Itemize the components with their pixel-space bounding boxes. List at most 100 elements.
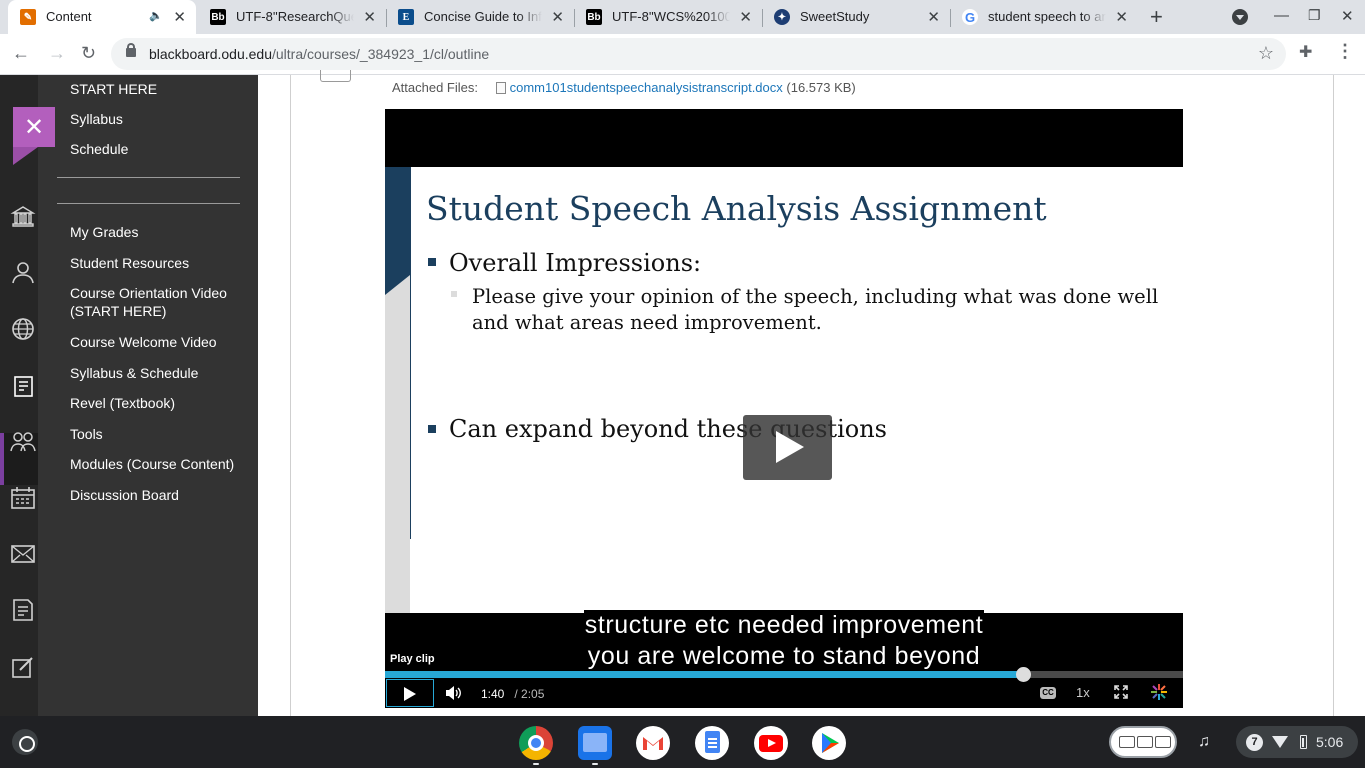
duration: / 2:05 <box>514 687 545 701</box>
menu-start-here[interactable]: START HERE <box>70 80 157 98</box>
running-indicator <box>533 763 539 765</box>
close-tab-icon[interactable]: ✕ <box>173 8 186 26</box>
menu-divider <box>57 177 240 178</box>
close-tab-icon[interactable]: ✕ <box>1115 8 1128 26</box>
caption-line-1: structure etc needed improvement <box>583 610 985 641</box>
menu-syllabus[interactable]: Syllabus <box>70 110 123 128</box>
play-clip-tooltip: Play clip <box>390 653 435 665</box>
menu-discussion-board[interactable]: Discussion Board <box>70 486 179 504</box>
current-time: 1:40 <box>481 687 505 701</box>
tab-search-icon[interactable] <box>1232 9 1248 25</box>
time-display: 1:40 / 2:05 <box>481 687 544 701</box>
close-window-icon[interactable]: ✕ <box>1341 7 1354 25</box>
slide-divider <box>410 167 411 539</box>
attached-files: Attached Files: comm101studentspeechanal… <box>392 80 856 95</box>
address-bar[interactable]: blackboard.odu.edu/ultra/courses/_384923… <box>111 38 1286 70</box>
profile-icon[interactable] <box>10 259 36 285</box>
big-play-button[interactable] <box>743 415 832 480</box>
play-button[interactable] <box>386 679 434 707</box>
menu-course-orientation-video[interactable]: Course Orientation Video (START HERE) <box>70 284 245 320</box>
item-checkbox[interactable] <box>320 70 351 82</box>
menu-my-grades[interactable]: My Grades <box>70 223 138 241</box>
tab-title: UTF-8''ResearchQuest <box>236 9 354 24</box>
chrome-icon[interactable] <box>519 726 553 760</box>
slide-bullet-1: Overall Impressions: <box>449 249 702 277</box>
messages-icon[interactable] <box>10 541 36 567</box>
courses-icon[interactable] <box>10 373 36 399</box>
bb-content-icon: ✎ <box>20 9 36 25</box>
close-menu-button[interactable]: ✕ <box>13 107 55 147</box>
battery-icon <box>1300 735 1307 749</box>
seek-handle[interactable] <box>1016 667 1032 682</box>
menu-course-welcome-video[interactable]: Course Welcome Video <box>70 333 217 351</box>
volume-icon[interactable] <box>444 684 462 702</box>
menu-modules[interactable]: Modules (Course Content) <box>70 455 234 473</box>
forward-arrow-icon[interactable]: → <box>48 43 66 64</box>
tab-title: UTF-8''WCS%20100L <box>612 9 730 24</box>
playback-speed[interactable]: 1x <box>1076 685 1090 700</box>
kaltura-logo-icon[interactable] <box>1151 684 1167 700</box>
playlist-icon[interactable]: ♫ <box>1198 733 1210 751</box>
launcher-icon[interactable] <box>12 729 38 755</box>
doc-lines <box>708 738 717 740</box>
close-tab-icon[interactable]: ✕ <box>551 8 564 26</box>
slide-sub-bullet-1: Please give your opinion of the speech, … <box>472 285 1159 334</box>
gmail-icon[interactable] <box>636 726 670 760</box>
extensions-puzzle-icon[interactable]: ✚ <box>1299 42 1312 62</box>
bookmark-star-icon[interactable]: ☆ <box>1258 43 1274 64</box>
tools-icon[interactable] <box>10 654 36 680</box>
browser-toolbar: ← → ↻ blackboard.odu.edu/ultra/courses/_… <box>0 34 1365 75</box>
closed-captions-icon[interactable]: CC <box>1040 687 1056 699</box>
screen-capture-tray[interactable] <box>1109 726 1177 758</box>
more-menu-icon[interactable]: ⋮ <box>1336 41 1354 62</box>
new-tab-plus-icon[interactable]: + <box>1150 4 1163 30</box>
fullscreen-icon[interactable] <box>1114 685 1128 699</box>
google-icon: G <box>962 9 978 25</box>
seek-bar[interactable] <box>385 667 1183 682</box>
url-text[interactable]: blackboard.odu.edu/ultra/courses/_384923… <box>149 46 489 62</box>
notification-count[interactable]: 7 <box>1246 734 1263 751</box>
tab-content[interactable]: ✎ Content 🔈 ✕ <box>8 0 196 34</box>
slide-side-band-cut <box>385 275 410 295</box>
youtube-icon[interactable] <box>754 726 788 760</box>
sub-bullet-marker <box>451 291 457 297</box>
close-icon: ✕ <box>23 113 45 141</box>
attached-file-link[interactable]: comm101studentspeechanalysistranscript.d… <box>510 80 783 95</box>
tab-sweetstudy[interactable]: ✦ SweetStudy ✕ <box>762 0 951 34</box>
audio-playing-icon[interactable]: 🔈 <box>149 9 163 22</box>
reload-icon[interactable]: ↻ <box>81 43 96 64</box>
tab-google-search[interactable]: G student speech to an ✕ <box>950 0 1138 34</box>
institution-icon[interactable] <box>10 203 36 229</box>
play-store-icon[interactable] <box>812 726 846 760</box>
close-tab-icon[interactable]: ✕ <box>739 8 752 26</box>
video-player[interactable]: Student Speech Analysis Assignment Overa… <box>385 109 1183 708</box>
minimize-icon[interactable]: — <box>1274 7 1289 24</box>
blackboard-icon: Bb <box>586 9 602 25</box>
e-logo-icon: E <box>398 9 414 25</box>
tab-research-question[interactable]: Bb UTF-8''ResearchQuest ✕ <box>198 0 387 34</box>
docs-icon[interactable] <box>695 726 729 760</box>
grades-icon[interactable] <box>10 597 36 623</box>
lock-icon[interactable] <box>126 43 136 57</box>
os-shelf: ♫ 7 5:06 <box>0 716 1365 768</box>
attached-file-size: (16.573 KB) <box>786 80 856 95</box>
tab-wcs100l[interactable]: Bb UTF-8''WCS%20100L ✕ <box>574 0 763 34</box>
course-menu: START HERE Syllabus Schedule My Grades S… <box>38 75 258 716</box>
calendar-icon[interactable] <box>10 485 36 511</box>
menu-tools[interactable]: Tools <box>70 425 103 443</box>
window-thumb <box>1155 736 1171 748</box>
close-tab-icon[interactable]: ✕ <box>927 8 940 26</box>
files-icon[interactable] <box>578 726 612 760</box>
globe-icon[interactable] <box>10 316 36 342</box>
tab-concise-guide[interactable]: E Concise Guide to Info ✕ <box>386 0 575 34</box>
status-area[interactable]: 7 5:06 <box>1236 726 1358 758</box>
menu-student-resources[interactable]: Student Resources <box>70 254 189 272</box>
menu-schedule[interactable]: Schedule <box>70 140 128 158</box>
back-arrow-icon[interactable]: ← <box>12 43 30 64</box>
groups-icon[interactable] <box>10 429 36 455</box>
close-tab-icon[interactable]: ✕ <box>363 8 376 26</box>
menu-revel-textbook[interactable]: Revel (Textbook) <box>70 394 175 412</box>
restore-icon[interactable]: ❐ <box>1308 7 1321 24</box>
menu-syllabus-schedule[interactable]: Syllabus & Schedule <box>70 364 198 382</box>
seek-bar-progress <box>385 671 1024 678</box>
